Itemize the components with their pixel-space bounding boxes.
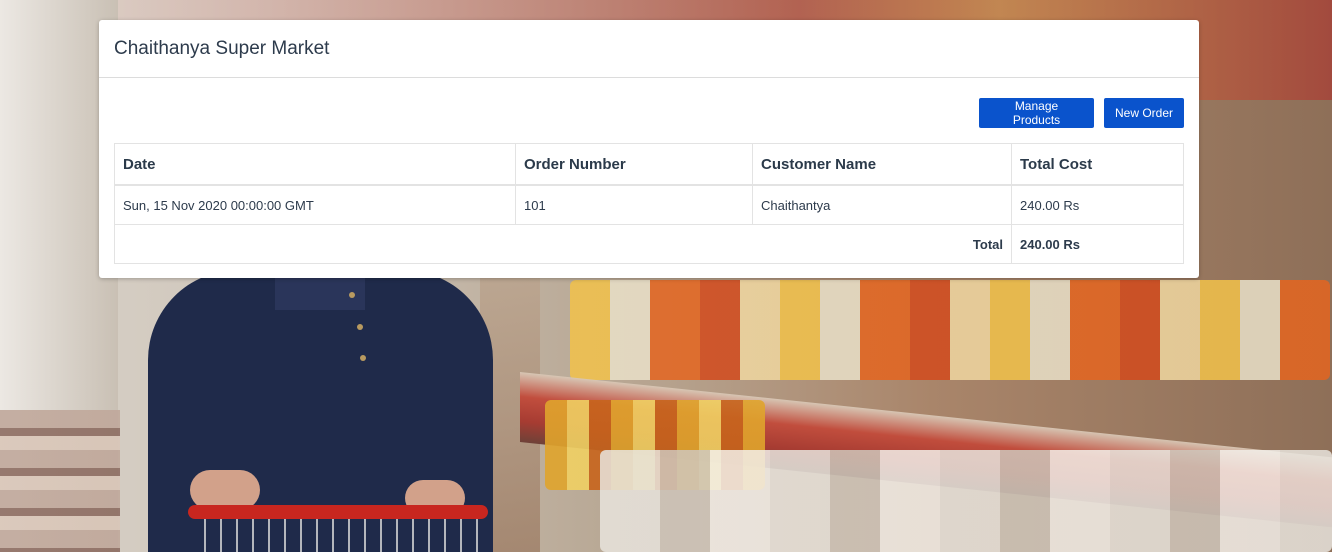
- cell-customer-name: Chaithantya: [752, 184, 1012, 225]
- table-row: Sun, 15 Nov 2020 00:00:00 GMT 101 Chaith…: [114, 184, 1184, 225]
- total-value: 240.00 Rs: [1011, 224, 1184, 264]
- column-header-date: Date: [114, 143, 516, 186]
- orders-card: Chaithanya Super Market Manage Products …: [99, 20, 1199, 278]
- total-row: Total 240.00 Rs: [114, 224, 1184, 264]
- orders-table: Date Order Number Customer Name Total Co…: [114, 143, 1184, 264]
- toolbar: Manage Products New Order: [979, 98, 1184, 128]
- column-header-total-cost: Total Cost: [1011, 143, 1184, 186]
- page-title: Chaithanya Super Market: [114, 37, 330, 59]
- column-header-order-number: Order Number: [515, 143, 753, 186]
- manage-products-button[interactable]: Manage Products: [979, 98, 1094, 128]
- new-order-button[interactable]: New Order: [1104, 98, 1184, 128]
- card-header: Chaithanya Super Market: [99, 20, 1199, 78]
- cell-order-number: 101: [515, 184, 753, 225]
- cell-date: Sun, 15 Nov 2020 00:00:00 GMT: [114, 184, 516, 225]
- cell-total-cost: 240.00 Rs: [1011, 184, 1184, 225]
- table-header-row: Date Order Number Customer Name Total Co…: [114, 143, 1184, 186]
- total-label: Total: [114, 224, 1012, 264]
- column-header-customer-name: Customer Name: [752, 143, 1012, 186]
